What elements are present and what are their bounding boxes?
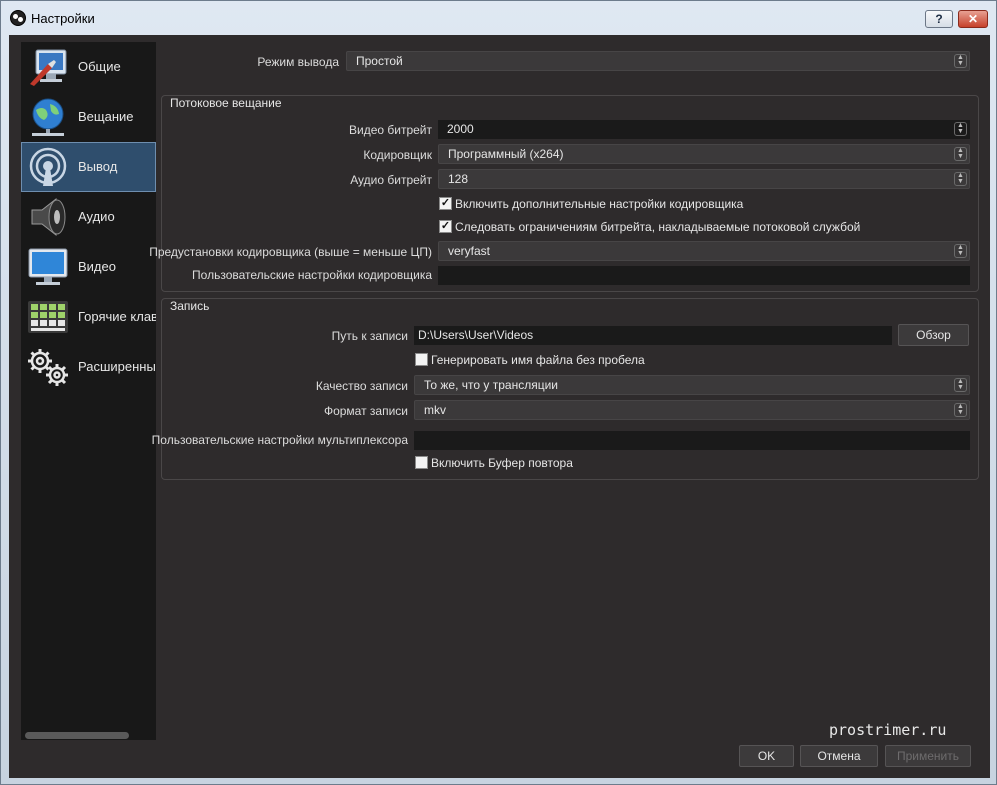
audio-bitrate-label: Аудио битрейт [350,173,432,187]
chevron-updown-icon: ▲ ▼ [954,244,967,258]
settings-window: Настройки ? ✕ Общие Вещание Вывод Аудио … [0,0,997,785]
no-space-filename-label: Генерировать имя файла без пробела [431,353,645,367]
ok-button[interactable]: OK [739,745,794,767]
broadcast-antenna-icon [29,147,67,186]
encoder-select[interactable]: Программный (x264) ▲ ▼ [438,144,970,164]
muxer-settings-input[interactable] [414,431,970,450]
title-bar: Настройки ? ✕ [1,1,996,35]
chevron-updown-icon: ▲ ▼ [954,172,967,186]
close-button[interactable]: ✕ [958,10,988,28]
preset-label: Предустановки кодировщика (выше = меньше… [149,245,432,259]
recording-path-input[interactable]: D:\Users\User\Videos [414,326,892,345]
recording-path-label: Путь к записи [331,329,408,343]
sidebar-item-label: Вещание [78,109,134,124]
output-mode-value: Простой [356,54,403,68]
sidebar-item-label: Общие [78,59,121,74]
sidebar-item-broadcast[interactable]: Вещание [21,92,156,142]
sidebar-item-audio[interactable]: Аудио [21,192,156,242]
sidebar-item-video[interactable]: Видео [21,242,156,292]
sidebar-item-hotkeys[interactable]: Горячие клави [21,292,156,342]
sidebar-item-label: Аудио [78,209,115,224]
sidebar-item-output[interactable]: Вывод [21,142,156,192]
speaker-icon [31,197,66,237]
video-bitrate-label: Видео битрейт [348,123,432,137]
no-space-filename-checkbox[interactable] [415,353,428,366]
chevron-updown-icon: ▲ ▼ [954,147,967,161]
settings-sidebar: Общие Вещание Вывод Аудио Видео Горячие … [21,42,156,740]
chevron-updown-icon: ▲ ▼ [954,54,967,68]
enforce-limits-checkbox[interactable]: ✓ [439,220,452,233]
streaming-group-title: Потоковое вещание [170,96,282,110]
apply-button[interactable]: Применить [885,745,971,767]
custom-encoder-input[interactable] [438,266,970,285]
audio-bitrate-select[interactable]: 128 ▲ ▼ [438,169,970,189]
watermark-text: prostrimer.ru [829,721,947,739]
muxer-settings-label: Пользовательские настройки мультиплексор… [151,433,408,447]
browse-button[interactable]: Обзор [898,324,969,346]
preset-select[interactable]: veryfast ▲ ▼ [438,241,970,261]
sidebar-item-general[interactable]: Общие [21,42,156,92]
recording-quality-label: Качество записи [315,379,408,393]
sidebar-scrollbar[interactable] [25,732,129,739]
recording-format-select[interactable]: mkv ▲ ▼ [414,400,970,420]
general-monitor-icon [30,49,67,86]
replay-buffer-checkbox[interactable] [415,456,428,469]
recording-format-label: Формат записи [323,404,408,418]
recording-path-value: D:\Users\User\Videos [418,328,534,342]
video-bitrate-spinbox[interactable]: 2000 ▲ ▼ [438,120,970,139]
spin-arrows-icon[interactable]: ▲ ▼ [954,122,967,136]
enforce-limits-label: Следовать ограничениям битрейта, наклады… [455,220,861,234]
video-bitrate-value: 2000 [447,122,474,136]
encoder-label: Кодировщик [363,148,432,162]
gears-icon [28,349,68,386]
help-button[interactable]: ? [925,10,953,28]
custom-encoder-label: Пользовательские настройки кодировщика [192,268,432,282]
recording-group-title: Запись [170,299,210,313]
sidebar-item-label: Видео [78,259,116,274]
chevron-updown-icon: ▲ ▼ [954,403,967,417]
recording-quality-value: То же, что у трансляции [424,378,558,392]
preset-value: veryfast [448,244,491,258]
chevron-updown-icon: ▲ ▼ [954,378,967,392]
window-title: Настройки [31,11,95,26]
encoder-value: Программный (x264) [448,147,564,161]
audio-bitrate-value: 128 [448,172,469,186]
monitor-icon [28,248,68,285]
keyboard-icon [28,301,68,333]
advanced-encoder-checkbox[interactable]: ✓ [439,197,452,210]
obs-logo-icon [10,10,26,26]
output-mode-select[interactable]: Простой ▲ ▼ [346,51,970,71]
cancel-button[interactable]: Отмена [800,745,878,767]
sidebar-item-label: Расширенные [78,359,156,374]
settings-client-area: Общие Вещание Вывод Аудио Видео Горячие … [9,35,990,778]
output-mode-label: Режим вывода [257,55,339,69]
sidebar-item-label: Вывод [78,159,118,174]
globe-network-icon [32,98,64,136]
replay-buffer-label: Включить Буфер повтора [431,456,573,470]
sidebar-item-advanced[interactable]: Расширенные [21,342,156,392]
recording-quality-select[interactable]: То же, что у трансляции ▲ ▼ [414,375,970,395]
sidebar-item-label: Горячие клави [78,309,156,324]
advanced-encoder-label: Включить дополнительные настройки кодиро… [455,197,744,211]
recording-format-value: mkv [424,403,446,417]
